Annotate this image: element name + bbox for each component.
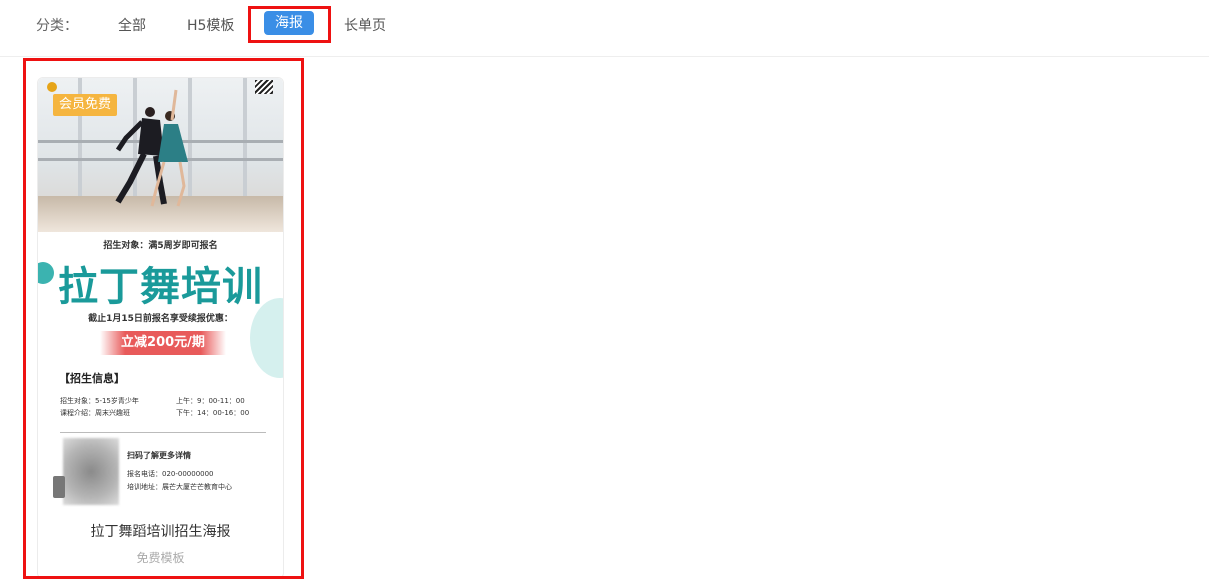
filter-label: 分类： <box>36 18 78 34</box>
category-tab-h5[interactable]: H5模板 <box>187 15 234 35</box>
category-tab-all[interactable]: 全部 <box>118 15 146 35</box>
category-filter-bar: 分类： 全部 H5模板 海报 长单页 <box>0 0 1209 57</box>
highlight-box-template-card <box>23 58 304 579</box>
highlight-box-poster-tab <box>248 6 331 43</box>
category-tab-long-page[interactable]: 长单页 <box>344 15 386 35</box>
